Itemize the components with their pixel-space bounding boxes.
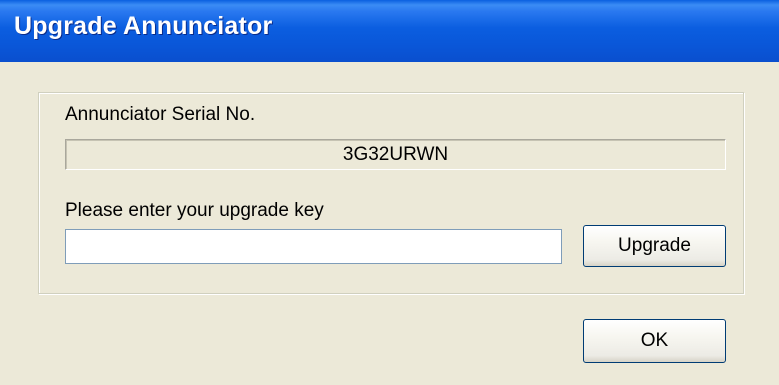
serial-number-field: 3G32URWN [65,139,726,170]
title-bar[interactable]: Upgrade Annunciator [0,0,779,62]
upgrade-key-input[interactable] [65,229,562,264]
window-title: Upgrade Annunciator [14,12,273,40]
upgrade-key-label: Please enter your upgrade key [65,200,324,221]
upgrade-button[interactable]: Upgrade [583,225,726,267]
serial-number-value: 3G32URWN [342,144,449,165]
upgrade-dialog: Upgrade Annunciator Annunciator Serial N… [0,0,779,385]
ok-button[interactable]: OK [583,319,726,363]
serial-number-label: Annunciator Serial No. [65,104,256,125]
